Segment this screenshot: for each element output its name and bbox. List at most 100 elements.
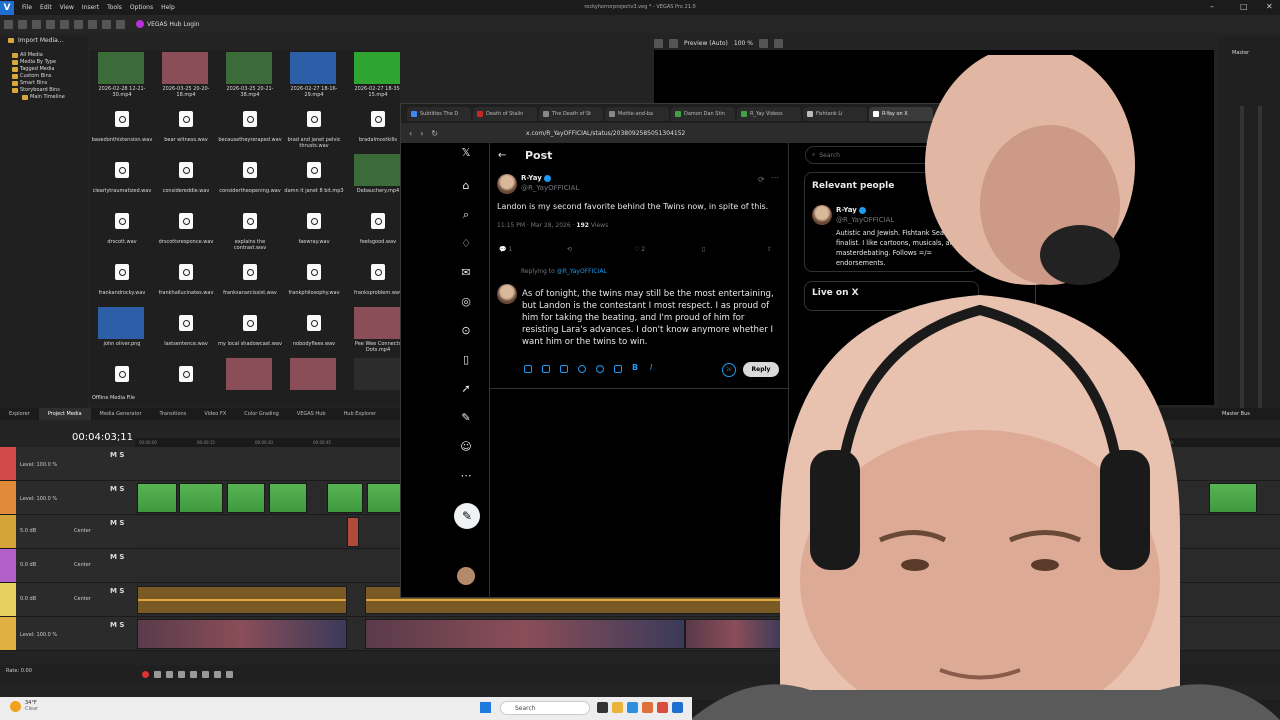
browser-tab[interactable]: R_Yay Videos: [737, 106, 801, 121]
chrome-icon[interactable]: [657, 702, 668, 713]
track-pan[interactable]: Center: [74, 562, 91, 568]
track-pan[interactable]: Center: [74, 528, 91, 534]
menu-edit[interactable]: Edit: [40, 4, 52, 11]
repost-icon[interactable]: ⟲: [567, 246, 572, 253]
media-item[interactable]: clearlytraumatized.wav: [90, 154, 154, 204]
media-item[interactable]: bear witness.wav: [154, 103, 218, 153]
prev-frame-button[interactable]: [214, 671, 221, 678]
media-icon[interactable]: [524, 365, 532, 373]
undo-icon[interactable]: [102, 19, 111, 29]
taskbar-search[interactable]: Search: [500, 701, 590, 715]
start-button-icon[interactable]: [480, 702, 491, 713]
render-icon[interactable]: [46, 19, 55, 29]
track-header[interactable]: 0.0 dB Center M S: [0, 549, 135, 583]
menu-options[interactable]: Options: [130, 4, 153, 11]
forward-icon[interactable]: ›: [420, 129, 423, 138]
media-item[interactable]: bradalmostkills: [346, 103, 400, 153]
author-handle[interactable]: @R_YayOFFICIAL: [521, 184, 579, 192]
track-header[interactable]: 0.0 dB Center M S: [0, 583, 135, 617]
media-item[interactable]: frankphilosophy.wav: [282, 256, 346, 306]
bookmarks-icon[interactable]: ▯: [458, 352, 474, 368]
dock-tab[interactable]: Project Media: [38, 408, 91, 420]
flag-icon[interactable]: [614, 365, 622, 373]
media-item[interactable]: explains the contrast.wav: [218, 205, 282, 255]
track-header[interactable]: 5.0 dB Center M S: [0, 515, 135, 549]
media-item[interactable]: 2026-02-27 18-16-29.mp4: [282, 52, 346, 102]
relevant-handle[interactable]: @R_YayOFFICIAL: [836, 216, 894, 224]
media-item[interactable]: [282, 358, 346, 405]
media-item[interactable]: john oliver.png: [90, 307, 154, 357]
mute-solo-buttons[interactable]: M S: [110, 553, 124, 561]
mute-solo-buttons[interactable]: M S: [110, 519, 124, 527]
media-item[interactable]: [218, 358, 282, 405]
video-clip[interactable]: [327, 483, 363, 513]
dock-tab[interactable]: Hub Explorer: [335, 408, 386, 420]
app-icon[interactable]: [642, 702, 653, 713]
tree-item-all-media[interactable]: All Media: [12, 52, 43, 58]
compose-post-button[interactable]: ✎: [454, 503, 480, 529]
author-avatar[interactable]: [497, 174, 517, 194]
dock-tab[interactable]: VEGAS Hub: [288, 408, 335, 420]
media-item[interactable]: [346, 358, 400, 405]
location-icon[interactable]: [596, 365, 604, 373]
browser-tab[interactable]: Mottie-and-ba: [605, 106, 669, 121]
pause-button[interactable]: [190, 671, 197, 678]
media-item[interactable]: franksanarcissist.wav: [218, 256, 282, 306]
video-clip[interactable]: [347, 517, 359, 547]
profile-icon[interactable]: ☺: [458, 439, 474, 455]
communities-icon[interactable]: ⊙: [458, 323, 474, 339]
hub-login-button[interactable]: VEGAS Hub Login: [136, 20, 200, 28]
media-item[interactable]: frankhallucinates.wav: [154, 256, 218, 306]
mute-solo-buttons[interactable]: M S: [110, 485, 124, 493]
track-pan[interactable]: Center: [74, 596, 91, 602]
browser-tab[interactable]: Death of Stalin: [473, 106, 537, 121]
menu-file[interactable]: File: [22, 4, 32, 11]
loop-button[interactable]: [154, 671, 161, 678]
dock-tab[interactable]: Color Grading: [235, 408, 288, 420]
x-logo-icon[interactable]: 𝕏: [458, 145, 474, 161]
jobs-icon[interactable]: ➚: [458, 381, 474, 397]
new-project-icon[interactable]: [4, 19, 13, 29]
track-level[interactable]: 0.0 dB: [20, 562, 36, 568]
back-icon[interactable]: ‹: [409, 129, 412, 138]
track-header[interactable]: Level: 100.0 % M S: [0, 617, 135, 651]
dock-tab[interactable]: Explorer: [0, 408, 39, 420]
tree-item-custom-bins[interactable]: Custom Bins: [12, 73, 51, 79]
media-item[interactable]: frankandrocky.wav: [90, 256, 154, 306]
media-item[interactable]: lastsentence.wav: [154, 307, 218, 357]
audio-clip[interactable]: [137, 586, 347, 614]
premium-icon[interactable]: ✎: [458, 410, 474, 426]
browser-tab[interactable]: Subtitles The D: [407, 106, 471, 121]
dock-tab[interactable]: Transitions: [151, 408, 196, 420]
split-icon[interactable]: [669, 38, 678, 48]
media-item[interactable]: Debauchery.mp4: [346, 154, 400, 204]
browser-tab[interactable]: The Death of St: [539, 106, 603, 121]
media-item[interactable]: damn it janet 8 bit.mp3: [282, 154, 346, 204]
vegas-taskbar-icon[interactable]: [672, 702, 683, 713]
tree-item-smart-bins[interactable]: Smart Bins: [12, 80, 47, 86]
media-item[interactable]: Pee Wee Connects Dots.mp4: [346, 307, 400, 357]
maximize-icon[interactable]: □: [1240, 2, 1248, 11]
tree-item-tagged-media[interactable]: Tagged Media: [12, 66, 55, 72]
play-button[interactable]: [178, 671, 185, 678]
author-name[interactable]: R-Yay: [521, 174, 551, 182]
emoji-icon[interactable]: [578, 365, 586, 373]
media-item[interactable]: faewray.wav: [282, 205, 346, 255]
zoom-select[interactable]: 100 %: [734, 40, 753, 47]
media-item[interactable]: [154, 358, 218, 405]
more-options-icon[interactable]: ⋯: [771, 173, 779, 182]
menu-tools[interactable]: Tools: [107, 4, 122, 11]
search-icon[interactable]: ⌕: [458, 207, 474, 223]
like-action[interactable]: ♡ 2: [634, 246, 645, 253]
menu-view[interactable]: View: [60, 4, 74, 11]
track-header[interactable]: Level: 100.0 % M S: [0, 447, 135, 481]
video-clip[interactable]: [269, 483, 307, 513]
account-avatar[interactable]: [457, 567, 475, 585]
next-frame-button[interactable]: [226, 671, 233, 678]
tree-item-main-timeline[interactable]: Main Timeline: [22, 94, 65, 100]
back-arrow-icon[interactable]: ←: [498, 150, 506, 161]
import-media-button[interactable]: Import Media...: [8, 37, 64, 44]
media-item[interactable]: brad and janet pelvic thrusts.wav: [282, 103, 346, 153]
track-level[interactable]: Level: 100.0 %: [20, 462, 57, 468]
track-level[interactable]: 5.0 dB: [20, 528, 36, 534]
